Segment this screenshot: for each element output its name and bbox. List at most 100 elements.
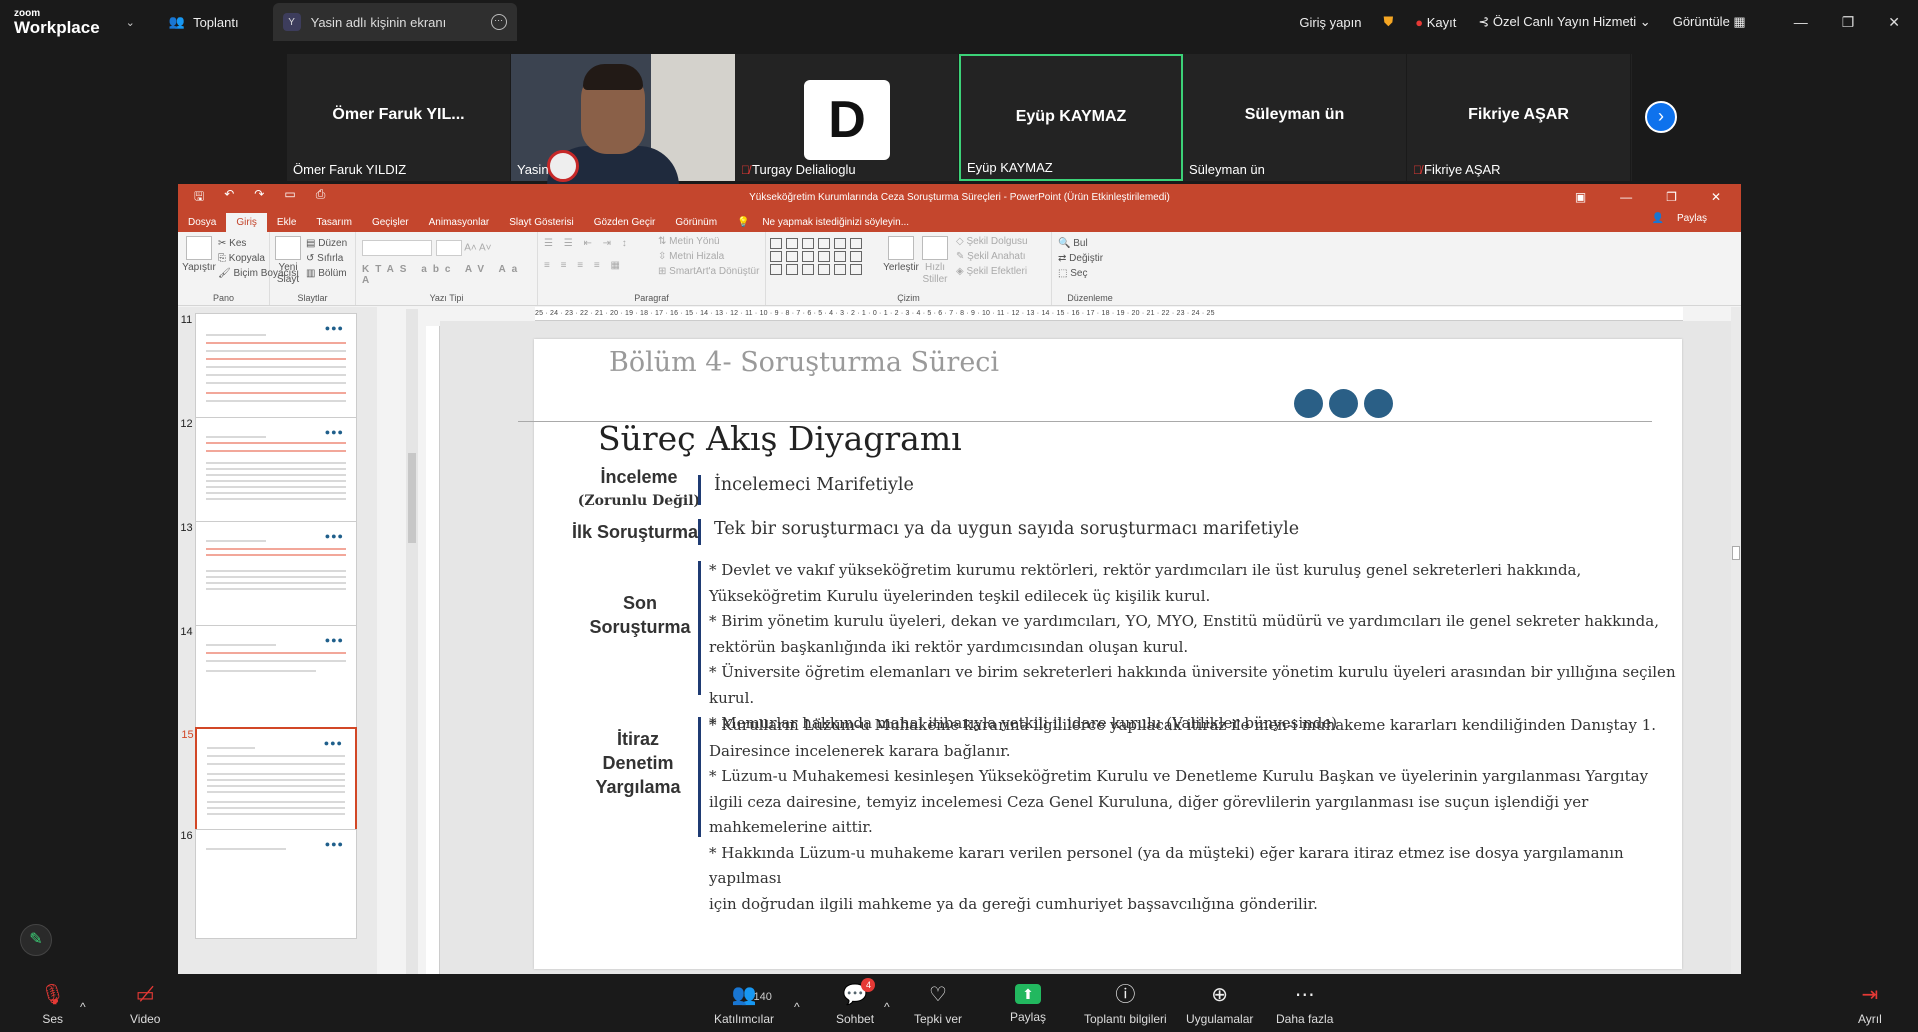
text-line: kurul. xyxy=(709,688,755,707)
minimize-icon[interactable]: — xyxy=(1794,14,1808,31)
current-slide[interactable]: Bölüm 4- Soruşturma Süreci Süreç Akış Di… xyxy=(518,339,1682,969)
apps-button[interactable]: ⊕ Uygulamalar xyxy=(1186,974,1253,1026)
tab-design[interactable]: Tasarım xyxy=(306,217,362,232)
participant-name: Ömer Faruk YIL... xyxy=(332,106,465,123)
thumbnails-scrollbar[interactable] xyxy=(406,309,418,974)
participant-logo: D xyxy=(804,80,890,160)
select-button[interactable]: ⬚ Seç xyxy=(1058,266,1122,281)
tab-file[interactable]: Dosya xyxy=(178,217,226,232)
more-icon[interactable]: ··· xyxy=(490,14,507,30)
find-button[interactable]: 🔍 Bul xyxy=(1058,236,1122,251)
text-line: * Hakkında Lüzum-u muhakeme kararı veril… xyxy=(709,843,1624,888)
smartart-button[interactable]: ⊞ SmartArt'a Dönüştür xyxy=(658,264,759,279)
shape-fill-label: Şekil Dolgusu xyxy=(966,236,1028,247)
audio-button[interactable]: 🎙 Ses xyxy=(40,974,65,1026)
video-button[interactable]: ▭̸ Video xyxy=(130,974,160,1026)
ppt-close-icon[interactable]: ✕ xyxy=(1711,190,1721,204)
tab-transitions[interactable]: Geçişler xyxy=(362,217,419,232)
participant-tile[interactable]: Süleyman ün Süleyman ün xyxy=(1183,54,1407,181)
record-indicator[interactable]: ● Kayıt xyxy=(1415,15,1456,30)
meeting-menu[interactable]: 👥 Toplantı xyxy=(169,14,239,30)
arrange-button[interactable]: Yerleştir xyxy=(882,234,920,274)
slide-thumbnail[interactable]: 12 ●●● xyxy=(180,417,357,527)
ribbon-display-icon[interactable]: ▣ xyxy=(1575,190,1586,204)
slide-scrollbar[interactable] xyxy=(1731,307,1741,974)
chat-button[interactable]: 💬 4 Sohbet xyxy=(836,974,876,1026)
section-button[interactable]: ▥ Bölüm xyxy=(306,266,347,281)
audio-label: Ses xyxy=(42,1012,64,1026)
leave-button[interactable]: ⇥ Ayrıl xyxy=(1858,974,1882,1026)
shape-effects-button[interactable]: ◈ Şekil Efektleri xyxy=(956,264,1028,279)
view-menu[interactable]: Görüntüle ▦ xyxy=(1673,14,1746,30)
tab-slideshow[interactable]: Slayt Gösterisi xyxy=(499,217,583,232)
slide-thumbnail-selected[interactable]: 15 ●●● xyxy=(181,727,357,837)
replace-button[interactable]: ⇄ Değiştir xyxy=(1058,251,1122,266)
restore-icon[interactable]: ❐ xyxy=(1842,14,1855,31)
align-buttons[interactable]: ≡ ≡ ≡ ≡ ▦ xyxy=(544,260,624,271)
shield-icon[interactable]: ⛊ xyxy=(1383,14,1393,30)
participant-tile-video[interactable]: Yasin xyxy=(511,54,735,186)
info-label: Toplantı bilgileri xyxy=(1084,1012,1167,1026)
meeting-info-button[interactable]: ⓘ Toplantı bilgileri xyxy=(1084,974,1167,1026)
participants-button[interactable]: 👥 140 Katılımcılar xyxy=(714,974,774,1026)
audio-options-caret-icon[interactable]: ^ xyxy=(80,990,86,1014)
font-name-input[interactable] xyxy=(362,240,432,256)
shapes-gallery[interactable] xyxy=(770,238,864,275)
ppt-minimize-icon[interactable]: — xyxy=(1620,190,1632,204)
slide-thumbnail[interactable]: 16 ●●● xyxy=(180,829,357,939)
apps-label: Uygulamalar xyxy=(1186,1012,1254,1026)
participant-count: 140 xyxy=(753,991,772,1003)
tab-home[interactable]: Giriş xyxy=(226,213,267,232)
tab-review[interactable]: Gözden Geçir xyxy=(584,217,666,232)
row-label: İlk Soruşturma xyxy=(572,522,699,542)
live-stream-menu[interactable]: ⊰ Özel Canlı Yayın Hizmeti ⌄ xyxy=(1478,14,1650,30)
tab-animations[interactable]: Animasyonlar xyxy=(419,217,500,232)
row-label-inceleme: İnceleme (Zorunlu Değil) xyxy=(574,465,704,513)
chevron-down-icon[interactable]: ⌄ xyxy=(126,16,135,29)
font-grow-icon[interactable]: A˄ A˅ xyxy=(464,243,491,254)
zoom-topbar: zoom Workplace ⌄ 👥 Toplantı Y Yasin adlı… xyxy=(0,0,1918,44)
select-label: Seç xyxy=(1070,268,1088,279)
signin-link[interactable]: Giriş yapın xyxy=(1299,15,1361,30)
share-screen-button[interactable]: ⬆ Paylaş xyxy=(1010,974,1046,1024)
participant-tile-active-speaker[interactable]: Eyüp KAYMAZ Eyüp KAYMAZ xyxy=(959,54,1183,181)
participant-tile[interactable]: Fikriye AŞAR 🎙̸ Fikriye AŞAR xyxy=(1407,54,1631,181)
ppt-restore-icon[interactable]: ❐ xyxy=(1666,190,1677,204)
annotate-pen-button[interactable]: ✎ xyxy=(20,924,52,956)
participant-tile[interactable]: D 🎙̸ Turgay Delialioglu xyxy=(735,54,959,181)
next-page-button[interactable]: › xyxy=(1645,101,1677,133)
list-buttons[interactable]: ☰ ☰ ⇤ ⇥ ↕ xyxy=(544,238,631,249)
participants-caret-icon[interactable]: ^ xyxy=(794,990,800,1014)
more-button[interactable]: ⋯ Daha fazla xyxy=(1276,974,1333,1026)
quick-styles-button[interactable]: Hızlı Stiller xyxy=(916,234,954,286)
scroll-thumb[interactable] xyxy=(408,453,416,543)
participant-tile[interactable]: Ömer Faruk YIL... Ömer Faruk YILDIZ xyxy=(287,54,511,181)
brand-top: zoom xyxy=(14,7,41,19)
caption-text: Eyüp KAYMAZ xyxy=(967,160,1053,175)
close-icon[interactable]: ✕ xyxy=(1888,14,1900,31)
slide-thumbnail[interactable]: 11 ●●● xyxy=(181,313,357,423)
font-format-buttons[interactable]: KTAS abc AV Aa A xyxy=(362,264,531,286)
participant-name: Fikriye AŞAR xyxy=(1468,106,1569,123)
react-button[interactable]: ♡ Tepki ver xyxy=(914,974,962,1026)
paste-button[interactable]: Yapıştır xyxy=(180,234,218,274)
video-label: Video xyxy=(130,1012,161,1026)
align-text-button[interactable]: ⇳ Metni Hizala xyxy=(658,249,759,264)
shape-outline-button[interactable]: ✎ Şekil Anahatı xyxy=(956,249,1028,264)
text-line: Tek bir soruşturmacı ya da uygun sayıda … xyxy=(714,519,1300,539)
text-direction-button[interactable]: ⇅ Metin Yönü xyxy=(658,234,759,249)
new-slide-button[interactable]: Yeni Slayt xyxy=(272,234,304,286)
chat-caret-icon[interactable]: ^ xyxy=(884,990,890,1014)
tab-insert[interactable]: Ekle xyxy=(267,217,306,232)
tab-view[interactable]: Görünüm xyxy=(665,217,727,232)
font-size-input[interactable] xyxy=(436,240,462,256)
ppt-share-button[interactable]: 👤 Paylaş xyxy=(1642,213,1727,228)
reset-button[interactable]: ↺ Sıfırla xyxy=(306,251,347,266)
slide-thumbnail[interactable]: 14 ●●● xyxy=(180,625,357,735)
tell-me-input[interactable]: 💡 Ne yapmak istediğinizi söyleyin... xyxy=(727,217,929,232)
layout-button[interactable]: ▤ Düzen xyxy=(306,236,347,251)
screen-share-tab[interactable]: Y Yasin adlı kişinin ekranı ··· xyxy=(272,3,517,41)
slide-thumbnail[interactable]: 13 ●●● xyxy=(180,521,357,631)
shape-fill-button[interactable]: ◇ Şekil Dolgusu xyxy=(956,234,1028,249)
scroll-thumb[interactable] xyxy=(1732,546,1740,560)
